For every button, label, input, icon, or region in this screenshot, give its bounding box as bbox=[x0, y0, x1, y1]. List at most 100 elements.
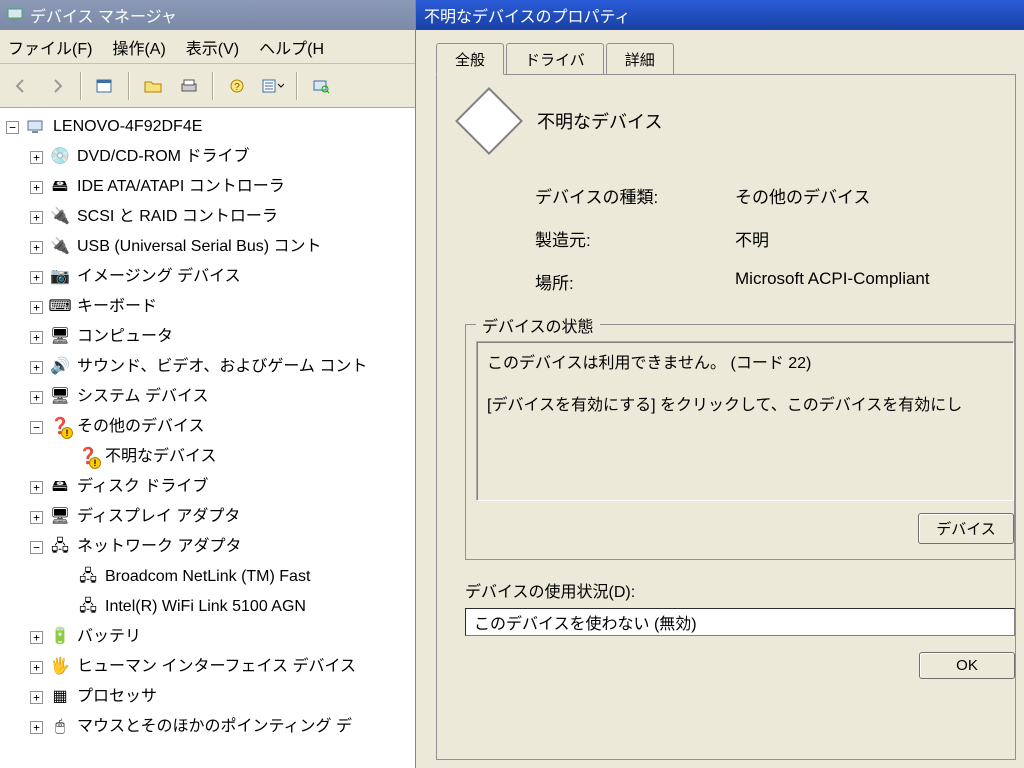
tree-child-item[interactable]: ❓不明なデバイス bbox=[2, 442, 413, 472]
tab-details[interactable]: 詳細 bbox=[606, 43, 674, 74]
expand-icon[interactable]: + bbox=[30, 511, 43, 524]
collapse-icon[interactable]: − bbox=[30, 541, 43, 554]
tree-item-label: キーボード bbox=[77, 292, 157, 322]
menu-view[interactable]: 表示(V) bbox=[186, 35, 239, 59]
device-status-group: デバイスの状態 このデバイスは利用できません。 (コード 22) [デバイスを有… bbox=[465, 324, 1015, 560]
tree-item[interactable]: +🖐ヒューマン インターフェイス デバイス bbox=[2, 652, 413, 682]
tree-root[interactable]: − LENOVO-4F92DF4E bbox=[2, 112, 413, 142]
tree-item-label: ネットワーク アダプタ bbox=[77, 532, 241, 562]
expand-icon[interactable]: + bbox=[30, 361, 43, 374]
tree-item-label: IDE ATA/ATAPI コントローラ bbox=[77, 172, 285, 202]
expand-icon[interactable]: + bbox=[30, 481, 43, 494]
usage-label: デバイスの使用状況(D): bbox=[465, 578, 1015, 602]
computer-icon bbox=[25, 117, 47, 137]
help-button[interactable]: ? bbox=[222, 71, 252, 101]
expand-icon bbox=[58, 451, 71, 464]
tree-item-label: イメージング デバイス bbox=[77, 262, 241, 292]
tab-strip: 全般 ドライバ 詳細 bbox=[436, 44, 1016, 74]
unknown-device-icon bbox=[455, 87, 523, 155]
menu-file[interactable]: ファイル(F) bbox=[8, 35, 92, 59]
computer-icon bbox=[6, 6, 24, 24]
status-line-2: [デバイスを有効にする] をクリックして、このデバイスを有効にし bbox=[487, 392, 1003, 420]
device-category-icon: 🔊 bbox=[49, 357, 71, 377]
menu-help[interactable]: ヘルプ(H bbox=[259, 35, 324, 59]
tree-item[interactable]: +🖴ディスク ドライブ bbox=[2, 472, 413, 502]
dm-titlebar: デバイス マネージャ bbox=[0, 0, 415, 30]
status-line-1: このデバイスは利用できません。 (コード 22) bbox=[487, 350, 1003, 378]
separator-icon bbox=[80, 72, 82, 100]
dm-toolbar: ? bbox=[0, 64, 415, 108]
device-tree[interactable]: − LENOVO-4F92DF4E +💿DVD/CD-ROM ドライブ+🖴IDE… bbox=[0, 108, 415, 768]
tree-item-label: プロセッサ bbox=[77, 682, 157, 712]
properties-button[interactable] bbox=[90, 71, 120, 101]
tree-child-item[interactable]: 🖧Broadcom NetLink (TM) Fast bbox=[2, 562, 413, 592]
expand-icon[interactable]: + bbox=[30, 301, 43, 314]
back-button[interactable] bbox=[6, 71, 36, 101]
device-category-icon: 💿 bbox=[49, 147, 71, 167]
expand-icon[interactable]: + bbox=[30, 331, 43, 344]
expand-icon[interactable]: + bbox=[30, 211, 43, 224]
expand-icon[interactable]: + bbox=[30, 631, 43, 644]
value-device-type: その他のデバイス bbox=[735, 183, 1015, 208]
expand-icon[interactable]: + bbox=[30, 661, 43, 674]
tab-driver[interactable]: ドライバ bbox=[506, 43, 604, 74]
forward-button[interactable] bbox=[42, 71, 72, 101]
tree-item[interactable]: +🖥システム デバイス bbox=[2, 382, 413, 412]
enable-device-button[interactable]: デバイス bbox=[918, 513, 1014, 544]
scan-button[interactable] bbox=[306, 71, 336, 101]
value-location: Microsoft ACPI-Compliant bbox=[735, 269, 1015, 294]
list-dropdown-button[interactable] bbox=[258, 71, 288, 101]
menu-action[interactable]: 操作(A) bbox=[112, 35, 165, 59]
expand-icon bbox=[58, 571, 71, 584]
tree-item[interactable]: +⌨キーボード bbox=[2, 292, 413, 322]
device-category-icon: ❓ bbox=[49, 417, 71, 437]
collapse-icon[interactable]: − bbox=[6, 121, 19, 134]
device-category-icon: 🔌 bbox=[49, 207, 71, 227]
collapse-icon[interactable]: − bbox=[30, 421, 43, 434]
tree-item-label: Broadcom NetLink (TM) Fast bbox=[105, 562, 310, 592]
device-category-icon: 🖴 bbox=[49, 177, 71, 197]
expand-icon[interactable]: + bbox=[30, 691, 43, 704]
print-button[interactable] bbox=[174, 71, 204, 101]
tab-general[interactable]: 全般 bbox=[436, 43, 504, 75]
tree-item[interactable]: +🔋バッテリ bbox=[2, 622, 413, 652]
expand-icon[interactable]: + bbox=[30, 271, 43, 284]
svg-text:?: ? bbox=[234, 82, 240, 93]
tree-item[interactable]: +🔊サウンド、ビデオ、およびゲーム コント bbox=[2, 352, 413, 382]
expand-icon bbox=[58, 601, 71, 614]
device-name: 不明なデバイス bbox=[537, 108, 662, 134]
tree-item[interactable]: −🖧ネットワーク アダプタ bbox=[2, 532, 413, 562]
tree-item[interactable]: +🔌USB (Universal Serial Bus) コント bbox=[2, 232, 413, 262]
device-category-icon: ❓ bbox=[77, 447, 99, 467]
properties-dialog: 不明なデバイスのプロパティ 全般 ドライバ 詳細 不明なデバイス デバイスの種類… bbox=[416, 0, 1024, 768]
tree-child-item[interactable]: 🖧Intel(R) WiFi Link 5100 AGN bbox=[2, 592, 413, 622]
expand-icon[interactable]: + bbox=[30, 151, 43, 164]
device-category-icon: 🖥 bbox=[49, 507, 71, 527]
device-category-icon: 🖐 bbox=[49, 657, 71, 677]
expand-icon[interactable]: + bbox=[30, 721, 43, 734]
tab-page-general: 不明なデバイス デバイスの種類: その他のデバイス 製造元: 不明 場所: Mi… bbox=[436, 74, 1016, 760]
device-category-icon: 🔌 bbox=[49, 237, 71, 257]
separator-icon bbox=[296, 72, 298, 100]
separator-icon bbox=[212, 72, 214, 100]
folder-button[interactable] bbox=[138, 71, 168, 101]
tree-item[interactable]: +🖥ディスプレイ アダプタ bbox=[2, 502, 413, 532]
tree-item[interactable]: −❓その他のデバイス bbox=[2, 412, 413, 442]
expand-icon[interactable]: + bbox=[30, 391, 43, 404]
ok-button[interactable]: OK bbox=[919, 652, 1015, 679]
expand-icon[interactable]: + bbox=[30, 241, 43, 254]
expand-icon[interactable]: + bbox=[30, 181, 43, 194]
tree-item[interactable]: +🖥コンピュータ bbox=[2, 322, 413, 352]
tree-item[interactable]: +🖱マウスとそのほかのポインティング デ bbox=[2, 712, 413, 742]
tree-item[interactable]: + ▦ プロセッサ bbox=[2, 682, 413, 712]
tree-item[interactable]: + 📷 イメージング デバイス bbox=[2, 262, 413, 292]
device-category-icon: 🖥 bbox=[49, 327, 71, 347]
usage-combobox[interactable]: このデバイスを使わない (無効) bbox=[465, 608, 1015, 636]
tree-item[interactable]: +💿DVD/CD-ROM ドライブ bbox=[2, 142, 413, 172]
separator-icon bbox=[128, 72, 130, 100]
tree-item[interactable]: + 🔌 SCSI と RAID コントローラ bbox=[2, 202, 413, 232]
tree-item[interactable]: + 🖴 IDE ATA/ATAPI コントローラ bbox=[2, 172, 413, 202]
tree-item-label: SCSI と RAID コントローラ bbox=[77, 202, 278, 232]
device-category-icon: ▦ bbox=[49, 687, 71, 707]
device-category-icon: 📷 bbox=[49, 267, 71, 287]
